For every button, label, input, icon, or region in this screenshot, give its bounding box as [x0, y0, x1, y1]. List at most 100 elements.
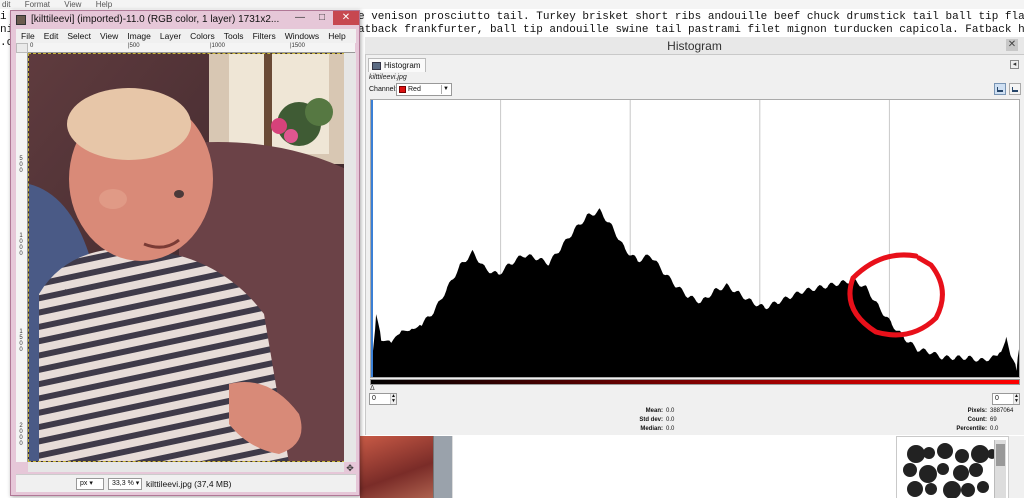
editor-menu-edit[interactable]: dit [2, 0, 10, 9]
stddev-value: 0.0 [666, 417, 675, 423]
menu-view[interactable]: View [95, 31, 122, 41]
maximize-button[interactable]: □ [311, 11, 333, 25]
histogram-dock-titlebar[interactable]: Histogram ✕ [365, 37, 1024, 55]
image-canvas[interactable] [28, 53, 355, 462]
zoom-value: 33,3 % [112, 480, 134, 487]
editor-line: atback frankfurter, ball tip andouille s… [358, 24, 1024, 36]
menu-help[interactable]: Help [323, 31, 349, 41]
background-canvas [452, 436, 896, 498]
gimp-menubar: File Edit Select View Image Layer Colors… [16, 29, 356, 43]
brush-thumbnail[interactable] [903, 463, 917, 477]
close-button[interactable]: ✕ [333, 11, 359, 25]
menu-select[interactable]: Select [62, 31, 95, 41]
unit-select[interactable]: px ▾ [76, 478, 104, 490]
background-window-edge [434, 436, 452, 498]
menu-windows[interactable]: Windows [280, 31, 323, 41]
ruler-label: 5 0 0 [19, 156, 23, 174]
range-marker-icon[interactable]: Δ [370, 385, 375, 392]
ruler-label: |1000 [210, 43, 225, 49]
window-titlebar[interactable]: [kilttileevi] (imported)-11.0 (RGB color… [11, 11, 359, 28]
editor-menu-format[interactable]: Format [25, 0, 50, 9]
histogram-view[interactable] [370, 99, 1020, 378]
mean-label: Mean: [645, 408, 663, 414]
horizontal-ruler[interactable]: 0 |500 |1000 |1500 [28, 43, 355, 53]
menu-image[interactable]: Image [122, 31, 155, 41]
histogram-panel: Histogram ◂ kilttileevi.jpg Channel: Red… [365, 55, 1024, 435]
dock-scrollbar[interactable] [1008, 436, 1024, 498]
tab-histogram[interactable]: Histogram [368, 58, 427, 72]
percentile-value: 0.0 [990, 426, 999, 432]
median-value: 0.0 [666, 426, 675, 432]
quick-mask-toggle[interactable] [16, 43, 28, 53]
ruler-label: |500 [128, 43, 140, 49]
channel-select[interactable]: Red ▼ [396, 83, 452, 96]
menu-layer[interactable]: Layer [155, 31, 185, 41]
range-min-input[interactable]: 0 ▲ ▼ [369, 393, 397, 405]
tab-menu-button[interactable]: ◂ [1010, 60, 1019, 69]
percentile-label: Percentile: [956, 426, 987, 432]
gimp-app-icon [16, 15, 26, 25]
ruler-label: 1 0 0 0 [19, 233, 23, 257]
brush-thumbnail[interactable] [937, 443, 953, 459]
brush-thumbnail[interactable] [955, 449, 969, 463]
histogram-dock-title: Histogram [667, 39, 722, 53]
median-label: Median: [640, 426, 663, 432]
image-name: kilttileevi.jpg [369, 74, 407, 81]
channel-gradient-bar [370, 379, 1020, 385]
zoom-select[interactable]: 33,3 % ▾ [108, 478, 142, 490]
brush-thumbnail[interactable] [953, 465, 969, 481]
logarithmic-histogram-button[interactable] [1009, 83, 1021, 95]
linear-histogram-button[interactable] [994, 83, 1006, 95]
brush-thumbnail[interactable] [969, 463, 983, 477]
brush-thumbnail[interactable] [925, 483, 937, 495]
scrollbar-thumb[interactable] [996, 444, 1005, 466]
editor-text[interactable]: e venison prosciutto tail. Turkey briske… [358, 11, 1024, 37]
status-text: kilttileevi.jpg (37,4 MB) [146, 479, 232, 489]
minimize-button[interactable]: — [289, 11, 311, 25]
log-histogram-icon [1012, 87, 1018, 92]
ruler-label: 0 [30, 43, 34, 49]
ruler-label: |1500 [290, 43, 305, 49]
chevron-down-icon: ▼ [441, 85, 450, 94]
range-min-value: 0 [372, 395, 376, 402]
spin-arrows-icon[interactable]: ▲ ▼ [390, 394, 396, 404]
close-icon[interactable]: ✕ [1006, 39, 1018, 51]
brush-thumbnail[interactable] [923, 447, 935, 459]
editor-menu-view[interactable]: View [64, 0, 81, 9]
spin-arrows-icon[interactable]: ▲ ▼ [1013, 394, 1019, 404]
mean-value: 0.0 [666, 408, 675, 414]
channel-label: Channel: [369, 86, 398, 93]
count-label: Count: [967, 417, 987, 423]
statusbar: px ▾ 33,3 % ▾ kilttileevi.jpg (37,4 MB) [16, 474, 356, 492]
vertical-scrollbar[interactable] [344, 53, 356, 462]
histogram-chart [371, 100, 1019, 377]
vertical-ruler[interactable]: 5 0 0 1 0 0 0 1 5 0 0 2 0 0 0 [16, 53, 28, 462]
histogram-icon [372, 61, 381, 70]
horizontal-scrollbar[interactable] [28, 462, 344, 472]
menu-file[interactable]: File [16, 31, 39, 41]
menu-tools[interactable]: Tools [219, 31, 248, 41]
range-max-input[interactable]: 0 ▲ ▼ [992, 393, 1020, 405]
menu-colors[interactable]: Colors [185, 31, 219, 41]
pixels-label: Pixels: [967, 408, 987, 414]
brush-thumbnail[interactable] [977, 481, 989, 493]
ruler-label: 1 5 0 0 [19, 329, 23, 353]
window-title: [kilttileevi] (imported)-11.0 (RGB color… [31, 14, 280, 25]
brush-thumbnail[interactable] [919, 465, 937, 483]
brush-thumbnail[interactable] [937, 463, 949, 475]
editor-line: e venison prosciutto tail. Turkey briske… [358, 11, 1024, 23]
background-image-window[interactable] [360, 436, 434, 498]
stddev-label: Std dev: [639, 417, 663, 423]
brush-thumbnail[interactable] [943, 481, 961, 498]
gimp-image-window[interactable]: [kilttileevi] (imported)-11.0 (RGB color… [10, 10, 360, 496]
count-value: 69 [990, 417, 997, 423]
menu-edit[interactable]: Edit [39, 31, 63, 41]
brush-thumbnail[interactable] [961, 483, 975, 497]
editor-menu-help[interactable]: Help [96, 0, 112, 9]
red-channel-icon [399, 86, 406, 93]
brushes-scrollbar[interactable] [994, 440, 1006, 498]
navigate-icon[interactable]: ✥ [345, 463, 355, 473]
menu-filters[interactable]: Filters [248, 31, 280, 41]
ruler-label: 2 0 0 0 [19, 423, 23, 447]
brush-thumbnail[interactable] [907, 481, 923, 497]
